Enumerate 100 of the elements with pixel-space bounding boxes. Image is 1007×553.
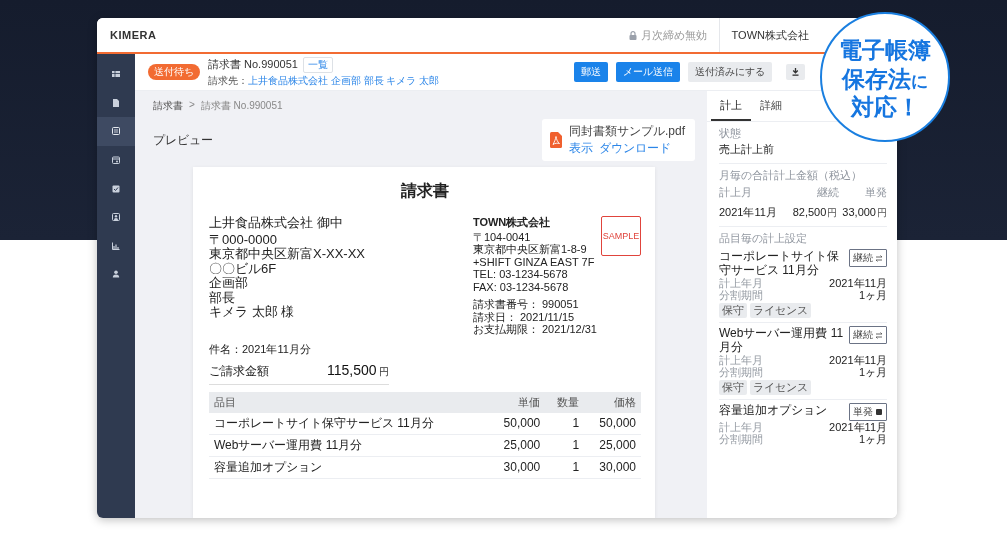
- promo-text: 電子帳簿: [839, 35, 931, 65]
- file-name: 同封書類サンプル.pdf: [569, 123, 685, 140]
- address-line: 上井食品株式会社 御中: [209, 216, 344, 231]
- address-line: 東京都中央区新富X-XX-XX: [209, 247, 365, 262]
- column-header: 単価: [488, 391, 546, 413]
- billing-type-button[interactable]: 単発: [849, 403, 887, 421]
- column-header: 計上月: [719, 185, 753, 200]
- tag: 保守: [719, 303, 747, 318]
- table-cell: 1: [545, 456, 585, 478]
- table-cell: 30,000: [488, 456, 546, 478]
- tag: ライセンス: [750, 380, 811, 395]
- table-cell: 50,000: [584, 412, 641, 434]
- lock-status: 月次締め無効: [640, 27, 707, 43]
- square-icon: [875, 408, 883, 416]
- invoice-meta: 請求書番号： 990051: [472, 298, 580, 311]
- field-value: 1ヶ月: [858, 366, 887, 378]
- address-line: 企画部: [209, 276, 249, 291]
- lock-icon: [628, 30, 637, 40]
- download-icon: [792, 68, 799, 76]
- repeat-icon: [875, 254, 883, 262]
- pdf-file-icon: [550, 132, 562, 148]
- total-label: ご請求金額: [209, 362, 270, 380]
- image-icon: [111, 212, 121, 223]
- column-header: 数量: [545, 391, 585, 413]
- amount-value: 33,000: [842, 206, 876, 218]
- document-title: 請求書: [400, 181, 450, 201]
- table-cell: 25,000: [488, 434, 546, 456]
- download-button[interactable]: [786, 64, 805, 80]
- repeat-icon: [875, 331, 883, 339]
- column-header: 品目: [209, 391, 489, 413]
- recipient-link[interactable]: 上井食品株式会社 企画部 部長 キメラ 太郎: [248, 73, 440, 88]
- billing-type-button[interactable]: 継続: [849, 326, 887, 344]
- item-name: 容量追加オプション: [719, 403, 827, 417]
- subject-line: 件名：2021年11月分: [209, 341, 312, 357]
- field-value: 2021年11月: [829, 421, 887, 433]
- primary-button[interactable]: メール送信: [616, 62, 680, 82]
- item-name: コーポレートサイト保守サービス 11月分: [719, 249, 840, 277]
- tab[interactable]: 詳細: [751, 91, 791, 121]
- table-cell: 1: [545, 434, 585, 456]
- field-value: 1ヶ月: [858, 289, 887, 301]
- address-line: キメラ 太郎 様: [209, 305, 296, 320]
- recipient-label: 請求先：: [208, 73, 248, 88]
- preview-label: プレビュー: [153, 131, 213, 149]
- field-label: 分割期間: [719, 366, 763, 378]
- tag: ライセンス: [750, 303, 811, 318]
- field-value: 2021年11月: [829, 277, 887, 289]
- logo: KIMERA: [110, 29, 157, 41]
- section-title: 月毎の合計計上金額（税込）: [719, 168, 863, 183]
- column-header: 単発: [864, 185, 887, 200]
- currency-unit: 円: [378, 364, 389, 379]
- file-link[interactable]: ダウンロード: [599, 140, 671, 157]
- table-cell: 25,000: [584, 434, 641, 456]
- table-cell: Webサーバー運用費 11月分: [209, 434, 489, 456]
- seal-stamp: SAMPLE: [601, 216, 641, 256]
- field-value: 1ヶ月: [858, 433, 887, 445]
- table-cell-text: 2021年11月: [719, 205, 778, 220]
- company-name[interactable]: TOWN株式会社: [731, 27, 809, 43]
- field-label: 分割期間: [719, 433, 763, 445]
- invoice-meta: 請求日： 2021/11/15: [472, 310, 576, 323]
- secondary-button[interactable]: 送付済みにする: [688, 62, 772, 82]
- billing-type-button[interactable]: 継続: [849, 249, 887, 267]
- column-header: 継続: [816, 185, 839, 200]
- table-icon: [111, 69, 121, 80]
- amount-value: 82,500: [792, 206, 827, 218]
- address-line: 〒104-0041: [472, 230, 532, 243]
- invoice-meta: お支払期限： 2021/12/31: [472, 323, 597, 336]
- status-badge: 送付待ち: [148, 64, 200, 80]
- tab[interactable]: 計上: [711, 91, 751, 121]
- address-line: 〒000-0000: [209, 232, 278, 247]
- address-line: 部長: [209, 290, 236, 305]
- address-line: TEL: 03-1234-5678: [472, 268, 569, 281]
- address-line: 〇〇ビル6F: [209, 261, 278, 276]
- primary-button[interactable]: 郵送: [574, 62, 608, 82]
- address-line: 東京都中央区新富1-8-9: [472, 243, 588, 256]
- field-label: 状態: [719, 126, 742, 141]
- field-label: 計上年月: [719, 277, 763, 289]
- field-label: 分割期間: [719, 289, 763, 301]
- checkbox-icon: [111, 183, 121, 194]
- table-cell: 50,000: [488, 412, 546, 434]
- calendar-icon: [111, 155, 121, 166]
- breadcrumb-item[interactable]: 請求書: [153, 99, 183, 113]
- document-icon: [111, 97, 121, 108]
- file-link[interactable]: 表示: [569, 140, 593, 157]
- table-cell: 30,000: [584, 456, 641, 478]
- currency-unit: 円: [827, 207, 838, 218]
- person-icon: [111, 269, 121, 280]
- list-icon: [111, 126, 121, 137]
- promo-text: 対応！: [850, 93, 920, 123]
- address-line: FAX: 03-1234-5678: [472, 280, 570, 293]
- field-label: 計上年月: [719, 354, 763, 366]
- breadcrumb-separator: >: [189, 99, 195, 112]
- section-title: 品目毎の計上設定: [719, 231, 808, 246]
- table-cell: 1: [545, 412, 585, 434]
- sidebar-item[interactable]: [97, 117, 135, 146]
- status-value: 売上計上前: [719, 142, 775, 157]
- field-value: 2021年11月: [829, 354, 887, 366]
- table-cell: コーポレートサイト保守サービス 11月分: [209, 412, 489, 434]
- currency-unit: 円: [877, 207, 887, 218]
- field-label: 計上年月: [719, 421, 763, 433]
- list-button[interactable]: 一覧: [302, 56, 333, 73]
